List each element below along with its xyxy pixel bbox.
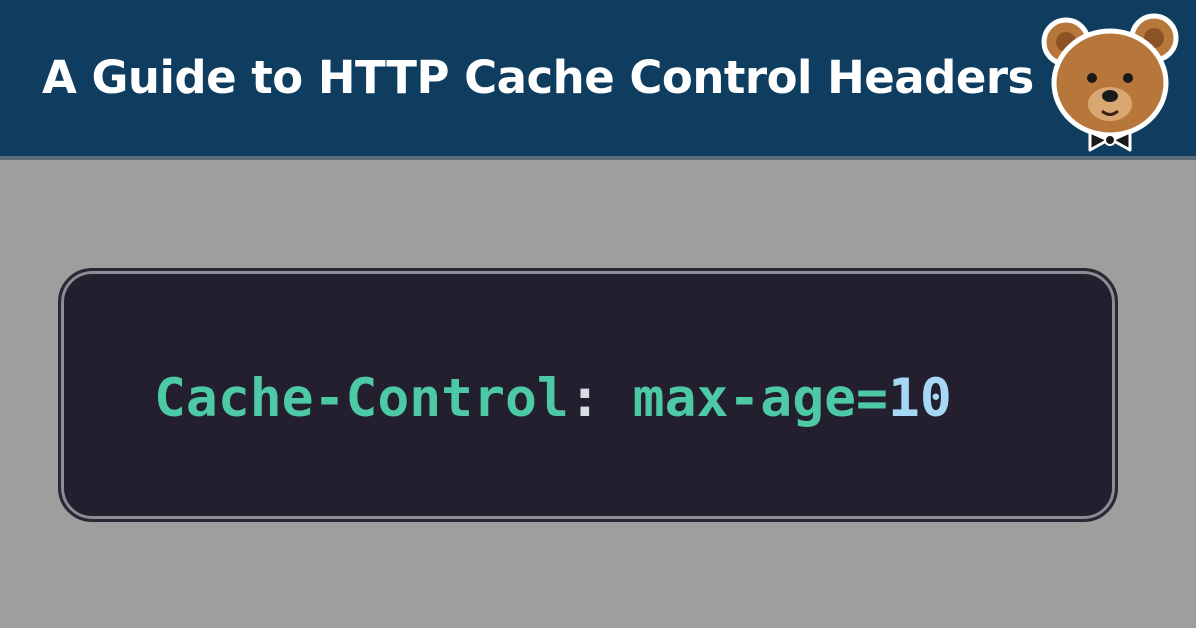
teddy-bear-with-bow-tie-icon	[1041, 13, 1179, 152]
code-snippet-panel: Cache-Control: max-age=10	[58, 268, 1118, 522]
separator-token: :	[568, 368, 633, 429]
header-name-token: Cache-Control	[154, 368, 569, 429]
code-line: Cache-Control: max-age=10	[154, 367, 952, 431]
directive-token: max-age=	[632, 368, 888, 429]
header-banner: A Guide to HTTP Cache Control Headers	[0, 0, 1196, 160]
value-token: 10	[887, 368, 952, 429]
page-title: A Guide to HTTP Cache Control Headers	[42, 51, 1034, 104]
